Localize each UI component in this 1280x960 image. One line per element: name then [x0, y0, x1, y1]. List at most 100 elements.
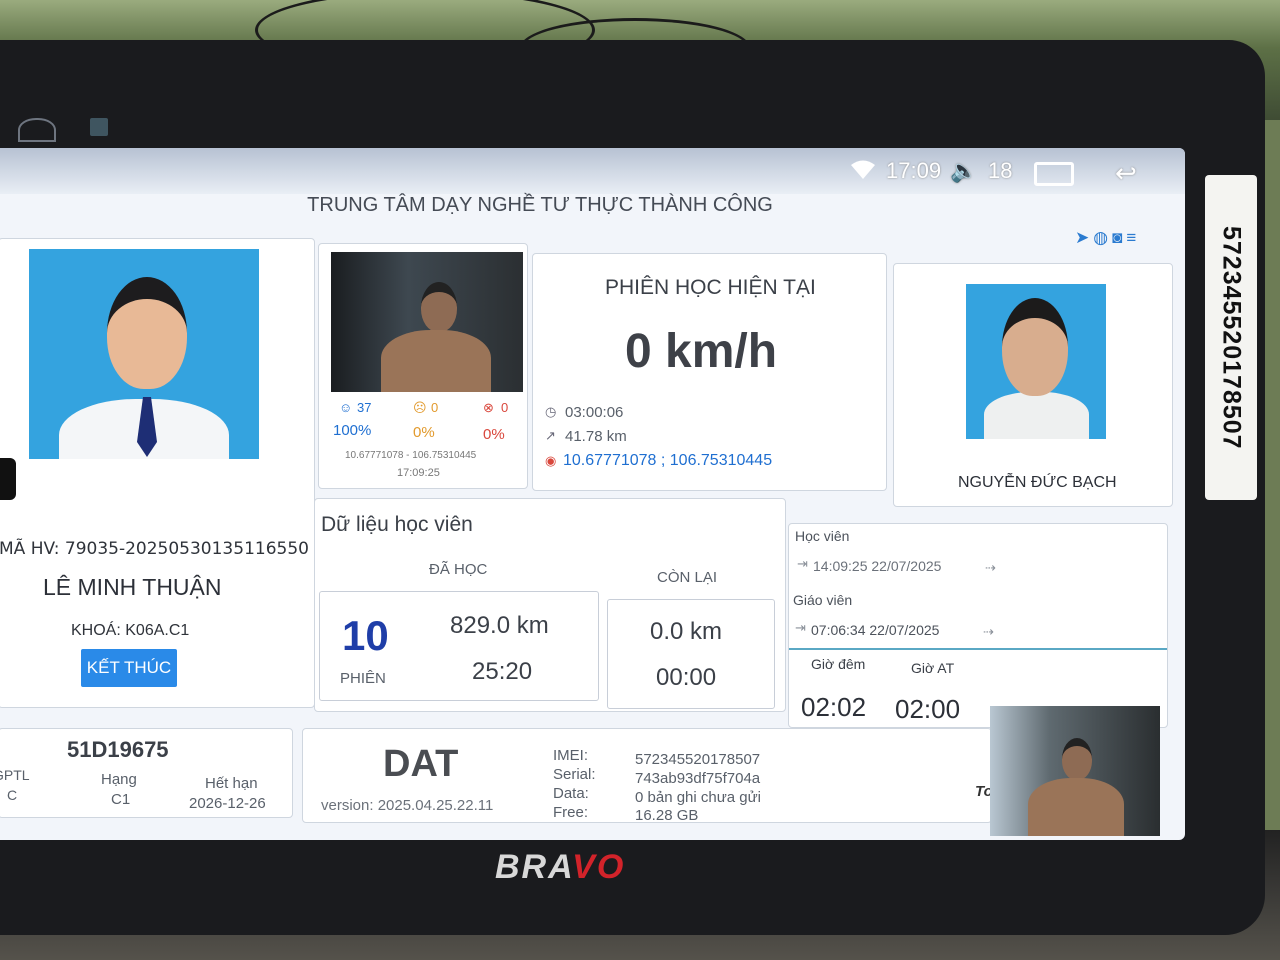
smile-pct: 100% — [333, 422, 372, 439]
back-icon[interactable]: ↩ — [1115, 158, 1137, 189]
gps-icon: ◉ — [545, 453, 557, 468]
driver-head — [1062, 738, 1092, 780]
logout-icon: ⇢ — [985, 560, 996, 575]
screen: 17:09 🔈 18 ↩ TRUNG TÂM DẠY NGHỀ TƯ THỰC … — [0, 148, 1185, 840]
error-count: 0 — [501, 400, 509, 415]
login-student-time: 14:09:25 22/07/2025 — [813, 558, 942, 574]
login-divider — [789, 648, 1167, 650]
volume-icon[interactable]: 🔈 — [950, 158, 977, 184]
logout-icon: ⇢ — [983, 624, 994, 639]
login-panel: Học viên ⇥ 14:09:25 22/07/2025 ⇢ Giáo vi… — [788, 523, 1168, 728]
night-hours-label: Giờ đêm — [811, 656, 866, 672]
session-duration: 03:00:06 — [565, 404, 624, 421]
learned-time: 25:20 — [472, 658, 533, 685]
navigation-icon: ➤ — [1075, 228, 1094, 247]
camera-panel: ☺ 37 ☹ 0 ⊗ 0 100% 0% 0% 10.67771078 - 10… — [318, 243, 528, 489]
knob — [0, 458, 16, 500]
device-version: version: 2025.04.25.22.11 — [321, 797, 494, 814]
expiry-value: 2026-12-26 — [189, 795, 266, 812]
session-distance: 41.78 km — [565, 428, 627, 445]
imei-label: IMEI: — [553, 747, 589, 764]
student-course: KHOÁ: K06A.C1 — [71, 622, 190, 639]
remaining-time: 00:00 — [656, 664, 717, 691]
student-data-title: Dữ liệu học viên — [321, 513, 473, 536]
teacher-face — [1002, 298, 1068, 396]
serial-value: 743ab93df75f704a — [635, 770, 761, 787]
at-hours-label: Giờ AT — [911, 660, 955, 676]
imei-value: 572345520178507 — [635, 751, 761, 768]
end-session-button[interactable]: KẾT THÚC — [81, 649, 177, 687]
wifi-icon — [851, 160, 875, 179]
remaining-label: CÒN LẠI — [657, 569, 718, 586]
data-label: Data: — [553, 785, 589, 802]
route-icon: ↗ — [545, 428, 556, 443]
vehicle-panel: 51D19675 GPTL C Hạng C1 Hết hạn 2026-12-… — [0, 728, 293, 818]
student-data-panel: Dữ liệu học viên ĐÃ HỌC CÒN LẠI 10 PHIÊN… — [314, 498, 786, 712]
login-teacher-label: Giáo viên — [793, 592, 853, 608]
student-id: MÃ HV: 79035-20250530135116550 — [0, 539, 309, 559]
student-photo — [29, 249, 259, 459]
error-pct: 0% — [483, 426, 505, 443]
center-name: TRUNG TÂM DẠY NGHỀ TƯ THỰC THÀNH CÔNG — [307, 194, 773, 216]
expiry-label: Hết hạn — [205, 775, 258, 792]
login-student-label: Học viên — [795, 528, 850, 544]
warn-count: 0 — [431, 400, 439, 415]
volume-level: 18 — [988, 158, 1013, 183]
session-title: PHIÊN HỌC HIỆN TẠI — [605, 276, 816, 299]
side-serial-tag: 572345520178507 — [1205, 175, 1257, 500]
camera-coords: 10.67771078 - 106.75310445 — [345, 450, 477, 461]
teacher-shirt — [984, 392, 1089, 439]
gptl-label: GPTL — [0, 767, 30, 783]
serial-label: Serial: — [553, 766, 596, 783]
remaining-km: 0.0 km — [650, 618, 723, 645]
device-panel: DAT version: 2025.04.25.22.11 IMEI: 5723… — [302, 728, 993, 824]
learned-box: 10 PHIÊN 829.0 km 25:20 — [319, 591, 599, 701]
free-value: 16.28 GB — [635, 807, 699, 824]
learned-label: ĐÃ HỌC — [429, 561, 488, 578]
driver-body — [381, 330, 491, 392]
recent-apps-icon[interactable] — [1034, 162, 1074, 186]
student-face — [107, 277, 187, 389]
teacher-panel: NGUYỄN ĐỨC BẠCH — [893, 263, 1173, 507]
warn-pct: 0% — [413, 424, 435, 441]
session-gps: 10.67771078 ; 106.75310445 — [563, 452, 773, 469]
learned-km: 829.0 km — [450, 612, 549, 639]
camera-time: 17:09:25 — [397, 467, 440, 479]
home-icon[interactable] — [18, 118, 56, 142]
class-label: Hạng — [101, 771, 137, 788]
smile-count: 37 — [357, 400, 372, 415]
live-camera-thumbnail[interactable] — [990, 706, 1160, 836]
status-time: 17:09 — [886, 158, 942, 183]
session-count: 10 — [342, 612, 389, 659]
night-hours-value: 02:02 — [801, 692, 867, 722]
image-icon[interactable] — [90, 118, 108, 136]
teacher-name: NGUYỄN ĐỨC BẠCH — [958, 474, 1117, 491]
remaining-box: 0.0 km 00:00 — [607, 599, 775, 709]
session-count-label: PHIÊN — [340, 670, 386, 687]
gptl-value: C — [7, 787, 18, 803]
class-value: C1 — [111, 791, 131, 808]
database-icon: ≡ — [1126, 228, 1141, 247]
data-value: 0 bản ghi chưa gửi — [635, 789, 761, 806]
student-name: LÊ MINH THUẬN — [43, 574, 222, 600]
teacher-photo — [966, 284, 1106, 439]
free-label: Free: — [553, 804, 589, 821]
driver-head — [421, 282, 457, 332]
vehicle-plate: 51D19675 — [67, 737, 169, 762]
status-icons: ➤◍◙≡ — [1075, 228, 1140, 248]
clock-icon: ◷ — [545, 404, 557, 419]
at-hours-value: 02:00 — [895, 694, 961, 724]
warning-face-icon: ☹ — [413, 400, 427, 415]
device-name: DAT — [383, 743, 459, 785]
globe-icon: ◍ — [1093, 228, 1113, 247]
camera-icon: ◙ — [1112, 228, 1127, 247]
side-serial: 572345520178507 — [1217, 225, 1246, 450]
camera-feed — [331, 252, 523, 392]
brand-logo: BRAVO — [495, 848, 626, 886]
session-speed: 0 km/h — [625, 325, 778, 378]
smile-icon: ☺ — [339, 400, 353, 415]
session-panel: PHIÊN HỌC HIỆN TẠI 0 km/h ◷ 03:00:06 ↗ 4… — [532, 253, 887, 491]
error-icon: ⊗ — [483, 400, 494, 415]
driver-body — [1028, 778, 1124, 836]
login-icon: ⇥ — [797, 556, 808, 571]
